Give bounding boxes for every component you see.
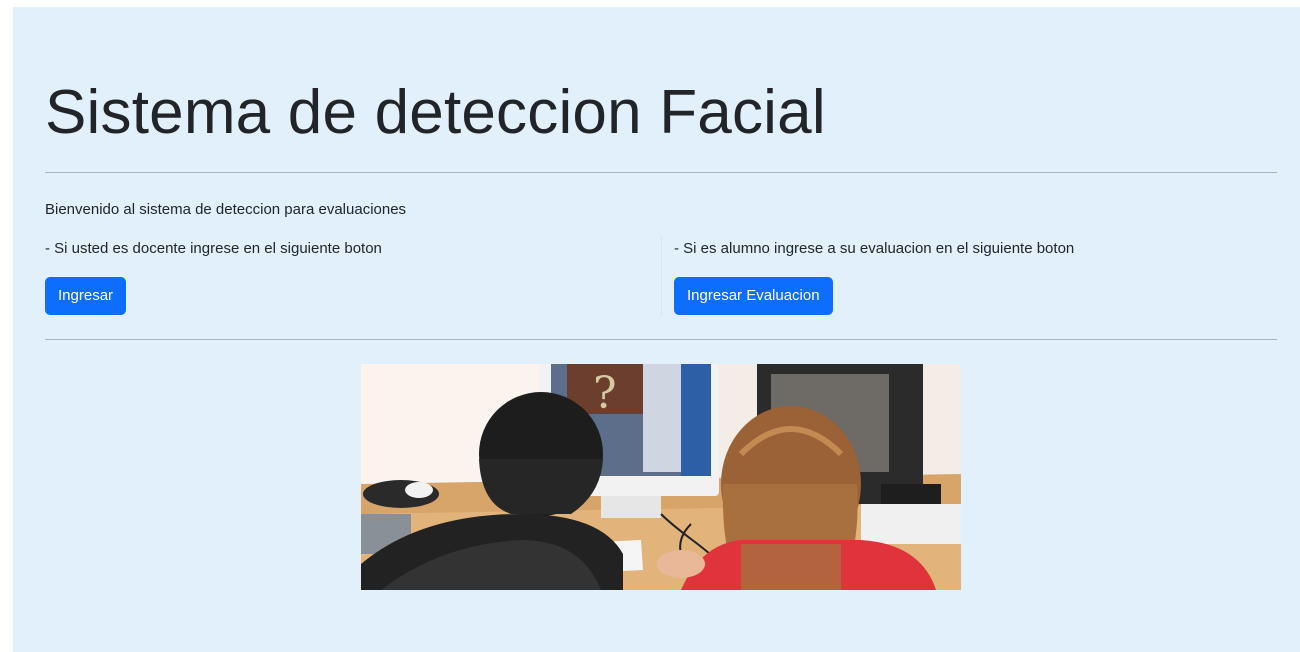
divider-bottom bbox=[45, 339, 1277, 340]
ingresar-button[interactable]: Ingresar bbox=[45, 277, 127, 315]
page-title: Sistema de deteccion Facial bbox=[45, 78, 826, 147]
welcome-text: Bienvenido al sistema de deteccion para … bbox=[45, 201, 407, 218]
svg-text:?: ? bbox=[593, 368, 617, 419]
students-at-computer-photo: ? bbox=[361, 364, 961, 590]
column-divider bbox=[661, 236, 662, 316]
ingresar-evaluacion-button[interactable]: Ingresar Evaluacion bbox=[674, 277, 833, 315]
divider-top bbox=[45, 172, 1277, 173]
student-section: - Si es alumno ingrese a su evaluacion e… bbox=[674, 236, 1277, 316]
teacher-section: - Si usted es docente ingrese en el sigu… bbox=[45, 236, 661, 316]
jumbotron: Sistema de deteccion Facial Bienvenido a… bbox=[13, 7, 1300, 652]
student-instruction: - Si es alumno ingrese a su evaluacion e… bbox=[674, 240, 1075, 257]
teacher-instruction: - Si usted es docente ingrese en el sigu… bbox=[45, 240, 382, 257]
